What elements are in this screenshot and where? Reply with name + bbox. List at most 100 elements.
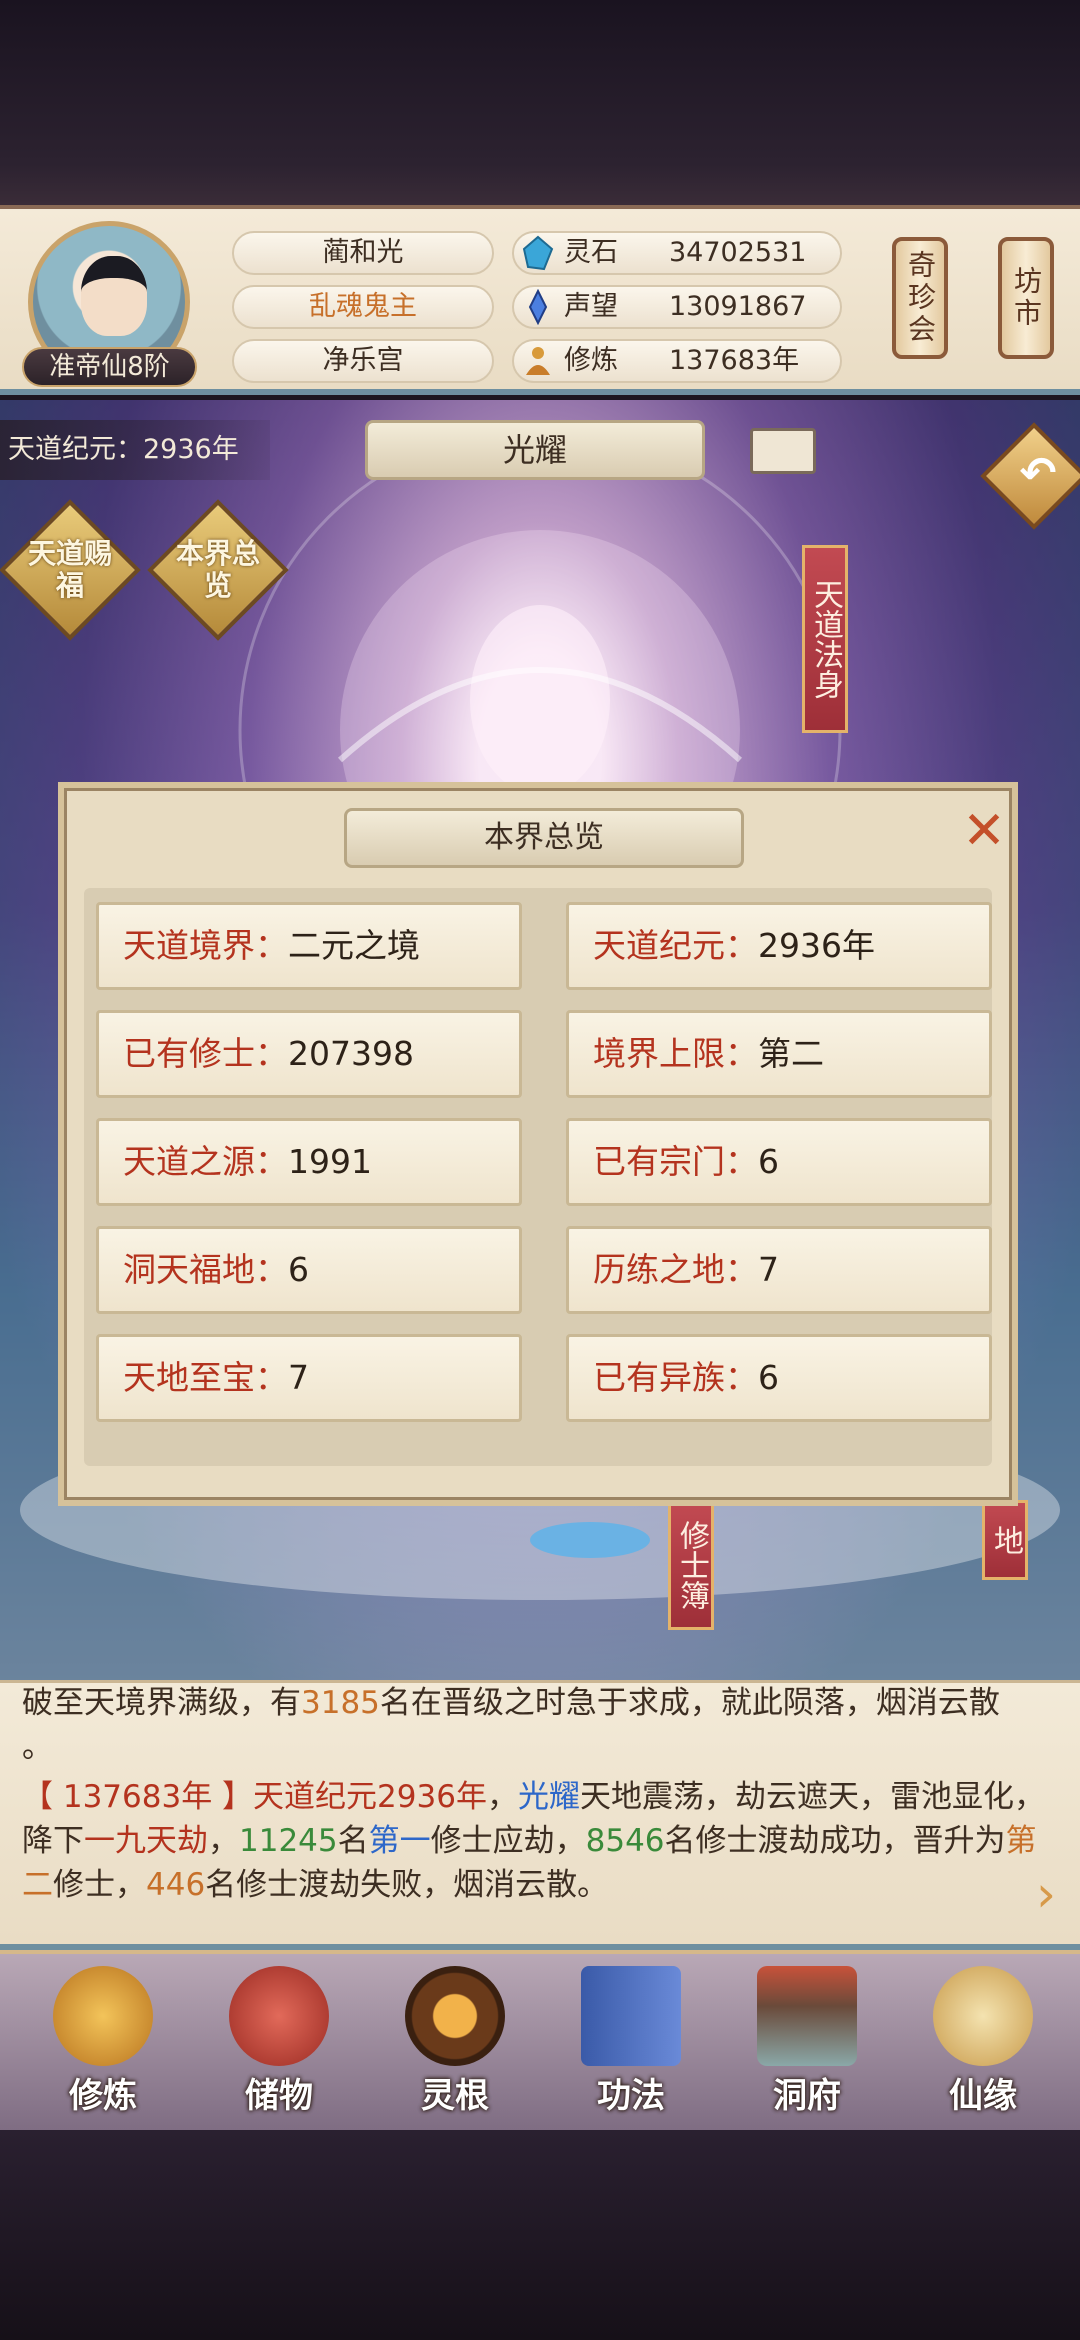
log-world-name: 光耀 (517, 1779, 580, 1815)
player-name: 蔺和光 (232, 231, 494, 275)
stat-key: 天地至宝： (123, 1358, 288, 1397)
prestige-icon (528, 289, 548, 325)
resource-value: 13091867 (669, 291, 807, 322)
heaven-blessing-label: 天道赐福 (27, 537, 112, 602)
player-rank-badge: 准帝仙8阶 (22, 347, 197, 387)
stat-key: 天道之源： (123, 1142, 288, 1181)
stat-value: 6 (758, 1142, 779, 1181)
log-number: 3185 (301, 1685, 380, 1721)
stat-value: 7 (288, 1358, 309, 1397)
stat-cell: 洞天福地：6 (96, 1226, 522, 1314)
log-text: 修士应劫， (430, 1823, 586, 1859)
cultivator-roster-banner[interactable]: 修士簿 (668, 1500, 714, 1630)
resource-prestige: 声望 13091867 (512, 285, 842, 329)
era-indicator: 天道纪元：2936年 (0, 420, 270, 480)
world-overview-label: 本界总览 (175, 537, 260, 602)
bottom-nav: 修炼 储物 灵根 功法 洞府 仙缘 (0, 1950, 1080, 2130)
player-title: 乱魂鬼主 (232, 285, 494, 329)
treasure-fair-button[interactable]: 奇珍会 (892, 237, 948, 359)
stat-value: 1991 (288, 1142, 372, 1181)
stat-cell: 已有修士：207398 (96, 1010, 522, 1098)
stat-value: 6 (758, 1358, 779, 1397)
log-number: 11245 (239, 1823, 338, 1859)
nav-label: 功法 (597, 2076, 665, 2116)
book-icon[interactable] (750, 428, 816, 474)
gourd-icon (933, 1966, 1033, 2066)
stat-key: 已有异族： (593, 1358, 758, 1397)
log-entry: 【 137683年 】天道纪元2936年，光耀天地震荡，劫云遮天，雷池显化，降下… (22, 1779, 1045, 1903)
stat-value: 2936年 (758, 926, 875, 965)
stat-key: 洞天福地： (123, 1250, 288, 1289)
stat-cell: 已有异族：6 (566, 1334, 992, 1422)
stat-value: 6 (288, 1250, 309, 1289)
log-text: ， (208, 1823, 239, 1859)
storage-bag-icon (229, 1966, 329, 2066)
log-text: 名在晋级之时急于求成，就此陨落，烟消云散 (379, 1685, 1000, 1721)
avatar-face (81, 256, 147, 336)
stat-value: 二元之境 (288, 926, 420, 965)
nav-cultivate[interactable]: 修炼 (28, 1956, 178, 2126)
log-calamity: 一九天劫 (84, 1823, 208, 1859)
resource-label: 声望 (564, 291, 618, 322)
nav-label: 储物 (245, 2076, 313, 2116)
log-number: 446 (146, 1867, 206, 1903)
cave-abode-icon (757, 1966, 857, 2066)
technique-book-icon (581, 1966, 681, 2066)
nav-label: 修炼 (69, 2076, 137, 2116)
nav-label: 灵根 (421, 2076, 489, 2116)
resource-label: 修炼 (564, 345, 618, 376)
stat-cell: 境界上限：第二 (566, 1010, 992, 1098)
log-number: 8546 (585, 1823, 665, 1859)
stat-key: 天道境界： (123, 926, 288, 965)
stat-key: 境界上限： (593, 1034, 758, 1073)
cultivation-icon (526, 347, 550, 375)
nav-label: 洞府 (773, 2076, 841, 2116)
log-text: 名修士渡劫成功，晋升为 (664, 1823, 1006, 1859)
resource-spirit-stone: 灵石 34702531 (512, 231, 842, 275)
log-text: 名 (337, 1823, 369, 1859)
log-text: 破至天境界满级，有 (22, 1685, 301, 1721)
spirit-root-icon (405, 1966, 505, 2066)
nav-immortal-fate[interactable]: 仙缘 (908, 1956, 1058, 2126)
stat-key: 历练之地： (593, 1250, 758, 1289)
log-text: 修士， (53, 1867, 146, 1903)
stat-value: 7 (758, 1250, 779, 1289)
stat-cell: 天道纪元：2936年 (566, 902, 992, 990)
land-banner[interactable]: 地 (982, 1500, 1028, 1580)
event-log[interactable]: 破至天境界满级，有3185名在晋级之时急于求成，就此陨落，烟消云散 。 【 13… (0, 1680, 1080, 1950)
dao-body-banner[interactable]: 天道法身 (802, 545, 848, 733)
resource-value: 137683年 (669, 345, 800, 376)
stat-key: 天道纪元： (593, 926, 758, 965)
stat-value: 第二 (758, 1034, 824, 1073)
stat-cell: 已有宗门：6 (566, 1118, 992, 1206)
nav-cave-abode[interactable]: 洞府 (732, 1956, 882, 2126)
log-text: 名修士渡劫失败，烟消云散。 (205, 1867, 609, 1903)
bottom-band (0, 2130, 1080, 2340)
log-rank: 第一 (368, 1823, 431, 1859)
nav-technique[interactable]: 功法 (556, 1956, 706, 2126)
nav-spirit-root[interactable]: 灵根 (380, 1956, 530, 2126)
top-status-band (0, 0, 1080, 205)
log-era: 天道纪元2936年 (253, 1779, 487, 1815)
stat-cell: 天道境界：二元之境 (96, 902, 522, 990)
world-title-banner: 光耀 (365, 420, 705, 480)
market-button[interactable]: 坊市 (998, 237, 1054, 359)
chevron-right-icon[interactable]: › (1036, 1869, 1076, 1920)
close-icon[interactable]: ✕ (959, 805, 1009, 858)
log-entry: 破至天境界满级，有3185名在晋级之时急于求成，就此陨落，烟消云散 (0, 1681, 1080, 1725)
player-sect: 净乐宫 (232, 339, 494, 383)
back-arrow-icon: ↶ (1019, 448, 1057, 499)
stat-cell: 历练之地：7 (566, 1226, 992, 1314)
overview-grid: 天道境界：二元之境 天道纪元：2936年 已有修士：207398 境界上限：第二… (84, 888, 992, 1466)
stat-key: 已有修士： (123, 1034, 288, 1073)
stat-cell: 天地至宝：7 (96, 1334, 522, 1422)
log-text: 。 (22, 1729, 53, 1765)
stat-cell: 天道之源：1991 (96, 1118, 522, 1206)
nav-storage[interactable]: 储物 (204, 1956, 354, 2126)
player-header: 准帝仙8阶 蔺和光 乱魂鬼主 净乐宫 灵石 34702531 声望 130918… (0, 205, 1080, 395)
log-time: 【 137683年 】 (22, 1779, 254, 1815)
resource-value: 34702531 (669, 237, 807, 268)
world-overview-dialog: 本界总览 ✕ 天道境界：二元之境 天道纪元：2936年 已有修士：207398 … (58, 782, 1018, 1506)
stat-key: 已有宗门： (593, 1142, 758, 1181)
dialog-title: 本界总览 (344, 808, 744, 868)
